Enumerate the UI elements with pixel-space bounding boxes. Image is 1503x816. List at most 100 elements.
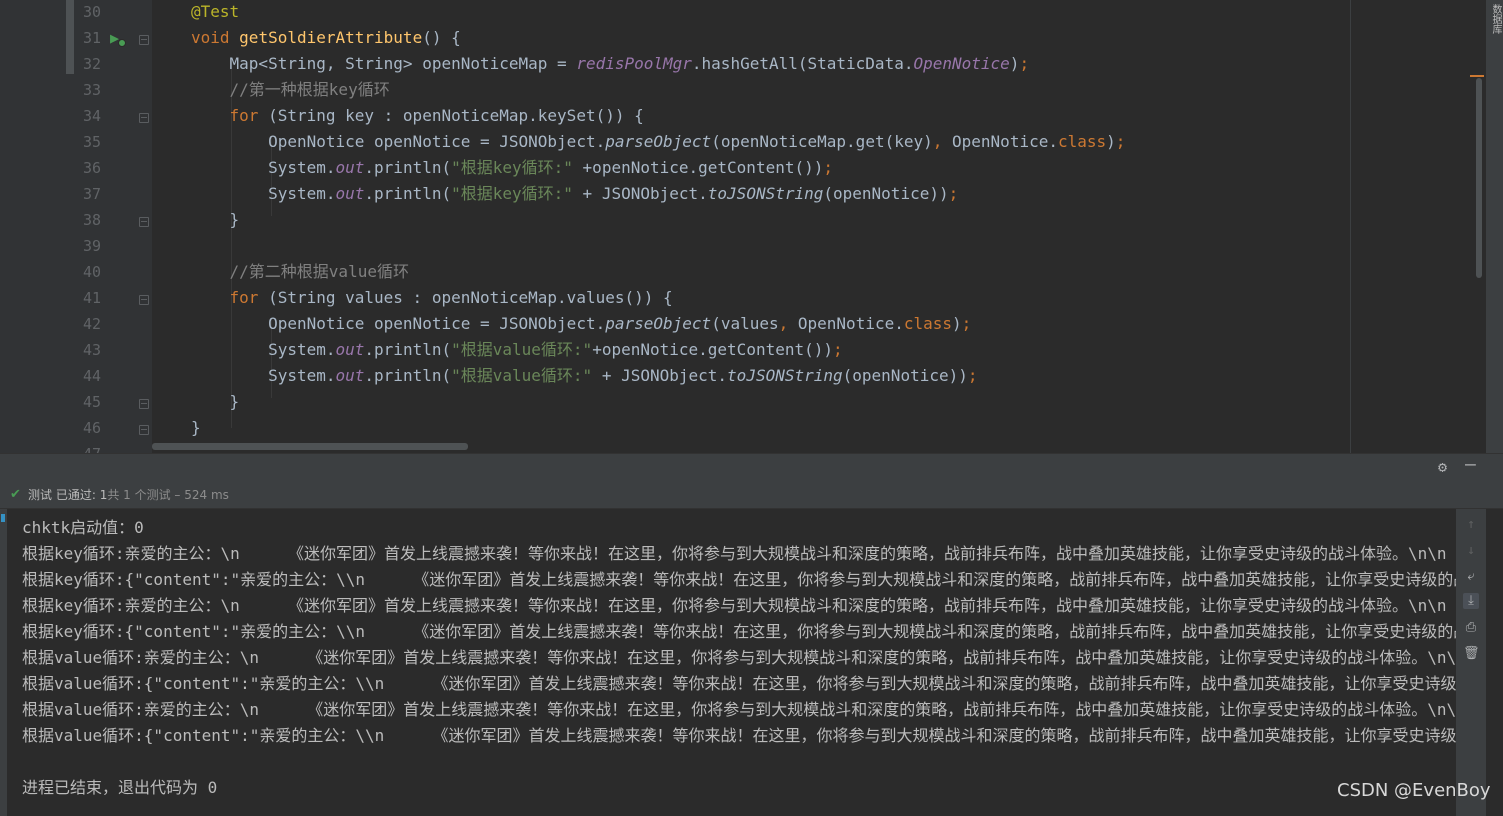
code-token: (openNotice)) [823,184,949,203]
line-number: 32 [82,55,101,73]
code-token: void [191,28,240,47]
line-number: 30 [82,3,101,21]
code-token: ; [1115,132,1126,151]
code-token: } [191,392,240,411]
database-tab-label: 数据库 [1490,4,1501,34]
code-token: toJSONString [707,184,824,203]
line-number: 41 [82,289,101,307]
console-line: 根据key循环:{"content":"亲爱的主公：\\n 《迷你军团》首发上线… [22,570,1456,589]
line-number: 47 [76,441,101,453]
code-token: System. [191,184,336,203]
error-stripe-marker[interactable] [1470,75,1484,77]
code-token: System. [191,366,336,385]
editor-horizontal-scrollbar[interactable] [152,443,468,450]
console-line: 根据value循环:亲爱的主公：\n 《迷你军团》首发上线震撼来袭！等你来战！在… [22,700,1456,719]
code-token: .println( [364,158,452,177]
soft-wrap-icon[interactable]: ⤶ [1463,569,1479,585]
minimize-icon[interactable]: — [1465,454,1476,475]
code-line: void getSoldierAttribute() { [191,25,461,51]
console-line: 根据key循环:亲爱的主公：\n 《迷你军团》首发上线震撼来袭！等你来战！在这里… [22,544,1447,563]
fold-icon[interactable] [139,35,149,45]
console-line: chktk启动值：0 [22,518,144,537]
console-line: 根据key循环:亲爱的主公：\n 《迷你军团》首发上线震撼来袭！等你来战！在这里… [22,596,1447,615]
fold-icon[interactable] [139,295,149,305]
status-detail: 共 1 个测试 – 524 ms [107,488,229,502]
code-line: //第二种根据value循环 [191,259,409,285]
status-label: 测试 已通过: [28,488,96,502]
code-token: OpenNotice. [952,132,1058,151]
code-token: for [191,288,269,307]
code-token: OpenNotice openNotice = JSONObject. [191,132,606,151]
code-line: @Test [191,0,239,25]
fold-icon[interactable] [139,217,149,227]
line-number: 46 [82,419,101,437]
down-arrow-icon[interactable]: ↓ [1463,543,1479,559]
code-token: for [191,106,269,125]
console-line: 进程已结束，退出代码为 0 [22,778,218,797]
code-line: } [191,207,240,233]
code-token: ; [961,314,972,333]
code-token: ) [1009,54,1020,73]
trash-icon[interactable]: 🗑 [1463,646,1480,662]
code-token: parseObject [605,132,712,151]
console-toolbar: ↑ ↓ ⤶ ⤓ ⎙ 🗑 [1456,509,1486,816]
console-line: 根据value循环:{"content":"亲爱的主公：\\n 《迷你军团》首发… [22,674,1456,693]
database-tool-tab[interactable]: 数据库 [1486,0,1503,453]
code-area[interactable]: @Test void getSoldierAttribute() { Map<St… [152,0,1483,453]
code-token: } [191,210,240,229]
print-icon[interactable]: ⎙ [1463,620,1479,636]
code-token: out [335,158,365,177]
up-arrow-icon[interactable]: ↑ [1463,517,1479,533]
code-token: +openNotice.getContent()) [592,340,834,359]
line-number: 36 [82,159,101,177]
code-token: + JSONObject. [582,184,708,203]
code-token: parseObject [605,314,712,333]
code-editor[interactable]: 30 31 32 33 34 35 36 37 38 39 40 41 42 43 44 45 46 47 ▶ @… [0,0,1503,453]
fold-icon[interactable] [139,113,149,123]
line-number: 44 [82,367,101,385]
code-token: .println( [364,366,452,385]
line-number: 33 [82,81,101,99]
code-token: System. [191,340,336,359]
code-line: OpenNotice openNotice = JSONObject.parse… [191,311,971,337]
code-line: Map<String, String> openNoticeMap = redi… [191,51,1030,77]
line-number: 34 [82,107,101,125]
code-token: ) [952,314,962,333]
editor-vertical-scrollbar[interactable] [1476,78,1482,278]
code-token: (String values : openNoticeMap.values())… [268,288,673,307]
line-number: 37 [82,185,101,203]
console-output[interactable]: chktk启动值：0 根据key循环:亲爱的主公：\n 《迷你军团》首发上线震撼来… [7,509,1456,816]
scroll-to-end-icon[interactable]: ⤓ [1463,593,1479,609]
run-test-icon[interactable]: ▶ [110,30,127,47]
tool-strip-thumb[interactable] [66,0,74,74]
code-token: out [335,366,365,385]
code-line: OpenNotice openNotice = JSONObject.parse… [191,129,1125,155]
left-tool-strip [0,0,76,453]
line-number: 40 [82,263,101,281]
code-token: out [335,184,365,203]
code-token: getSoldierAttribute [239,28,423,47]
line-number: 43 [82,341,101,359]
code-token: class [903,314,953,333]
code-token: @Test [191,2,240,21]
code-token: (openNotice)) [842,366,968,385]
code-token: "根据value循环:" [451,340,593,359]
code-token: Map<String, String> openNoticeMap = [191,54,577,73]
line-number: 31 [82,29,101,47]
code-token: ; [948,184,959,203]
line-number: 42 [82,315,101,333]
code-token: + JSONObject. [601,366,728,385]
check-icon: ✔ [10,487,21,502]
code-token: (openNoticeMap.get(key) [711,132,933,151]
gear-icon[interactable]: ⚙ [1438,458,1447,476]
code-line: System.out.println("根据value循环:" + JSONOb… [191,363,977,389]
code-token: (String key : openNoticeMap.keySet()) { [268,106,644,125]
code-token: , [778,314,798,333]
fold-icon[interactable] [139,399,149,409]
code-token: "根据key循环:" [451,158,583,177]
fold-icon[interactable] [139,425,149,435]
code-token: +openNotice.getContent()) [582,158,824,177]
code-token: ; [823,158,834,177]
code-line: System.out.println("根据value循环:"+openNoti… [191,337,843,363]
code-token: "根据key循环:" [451,184,583,203]
